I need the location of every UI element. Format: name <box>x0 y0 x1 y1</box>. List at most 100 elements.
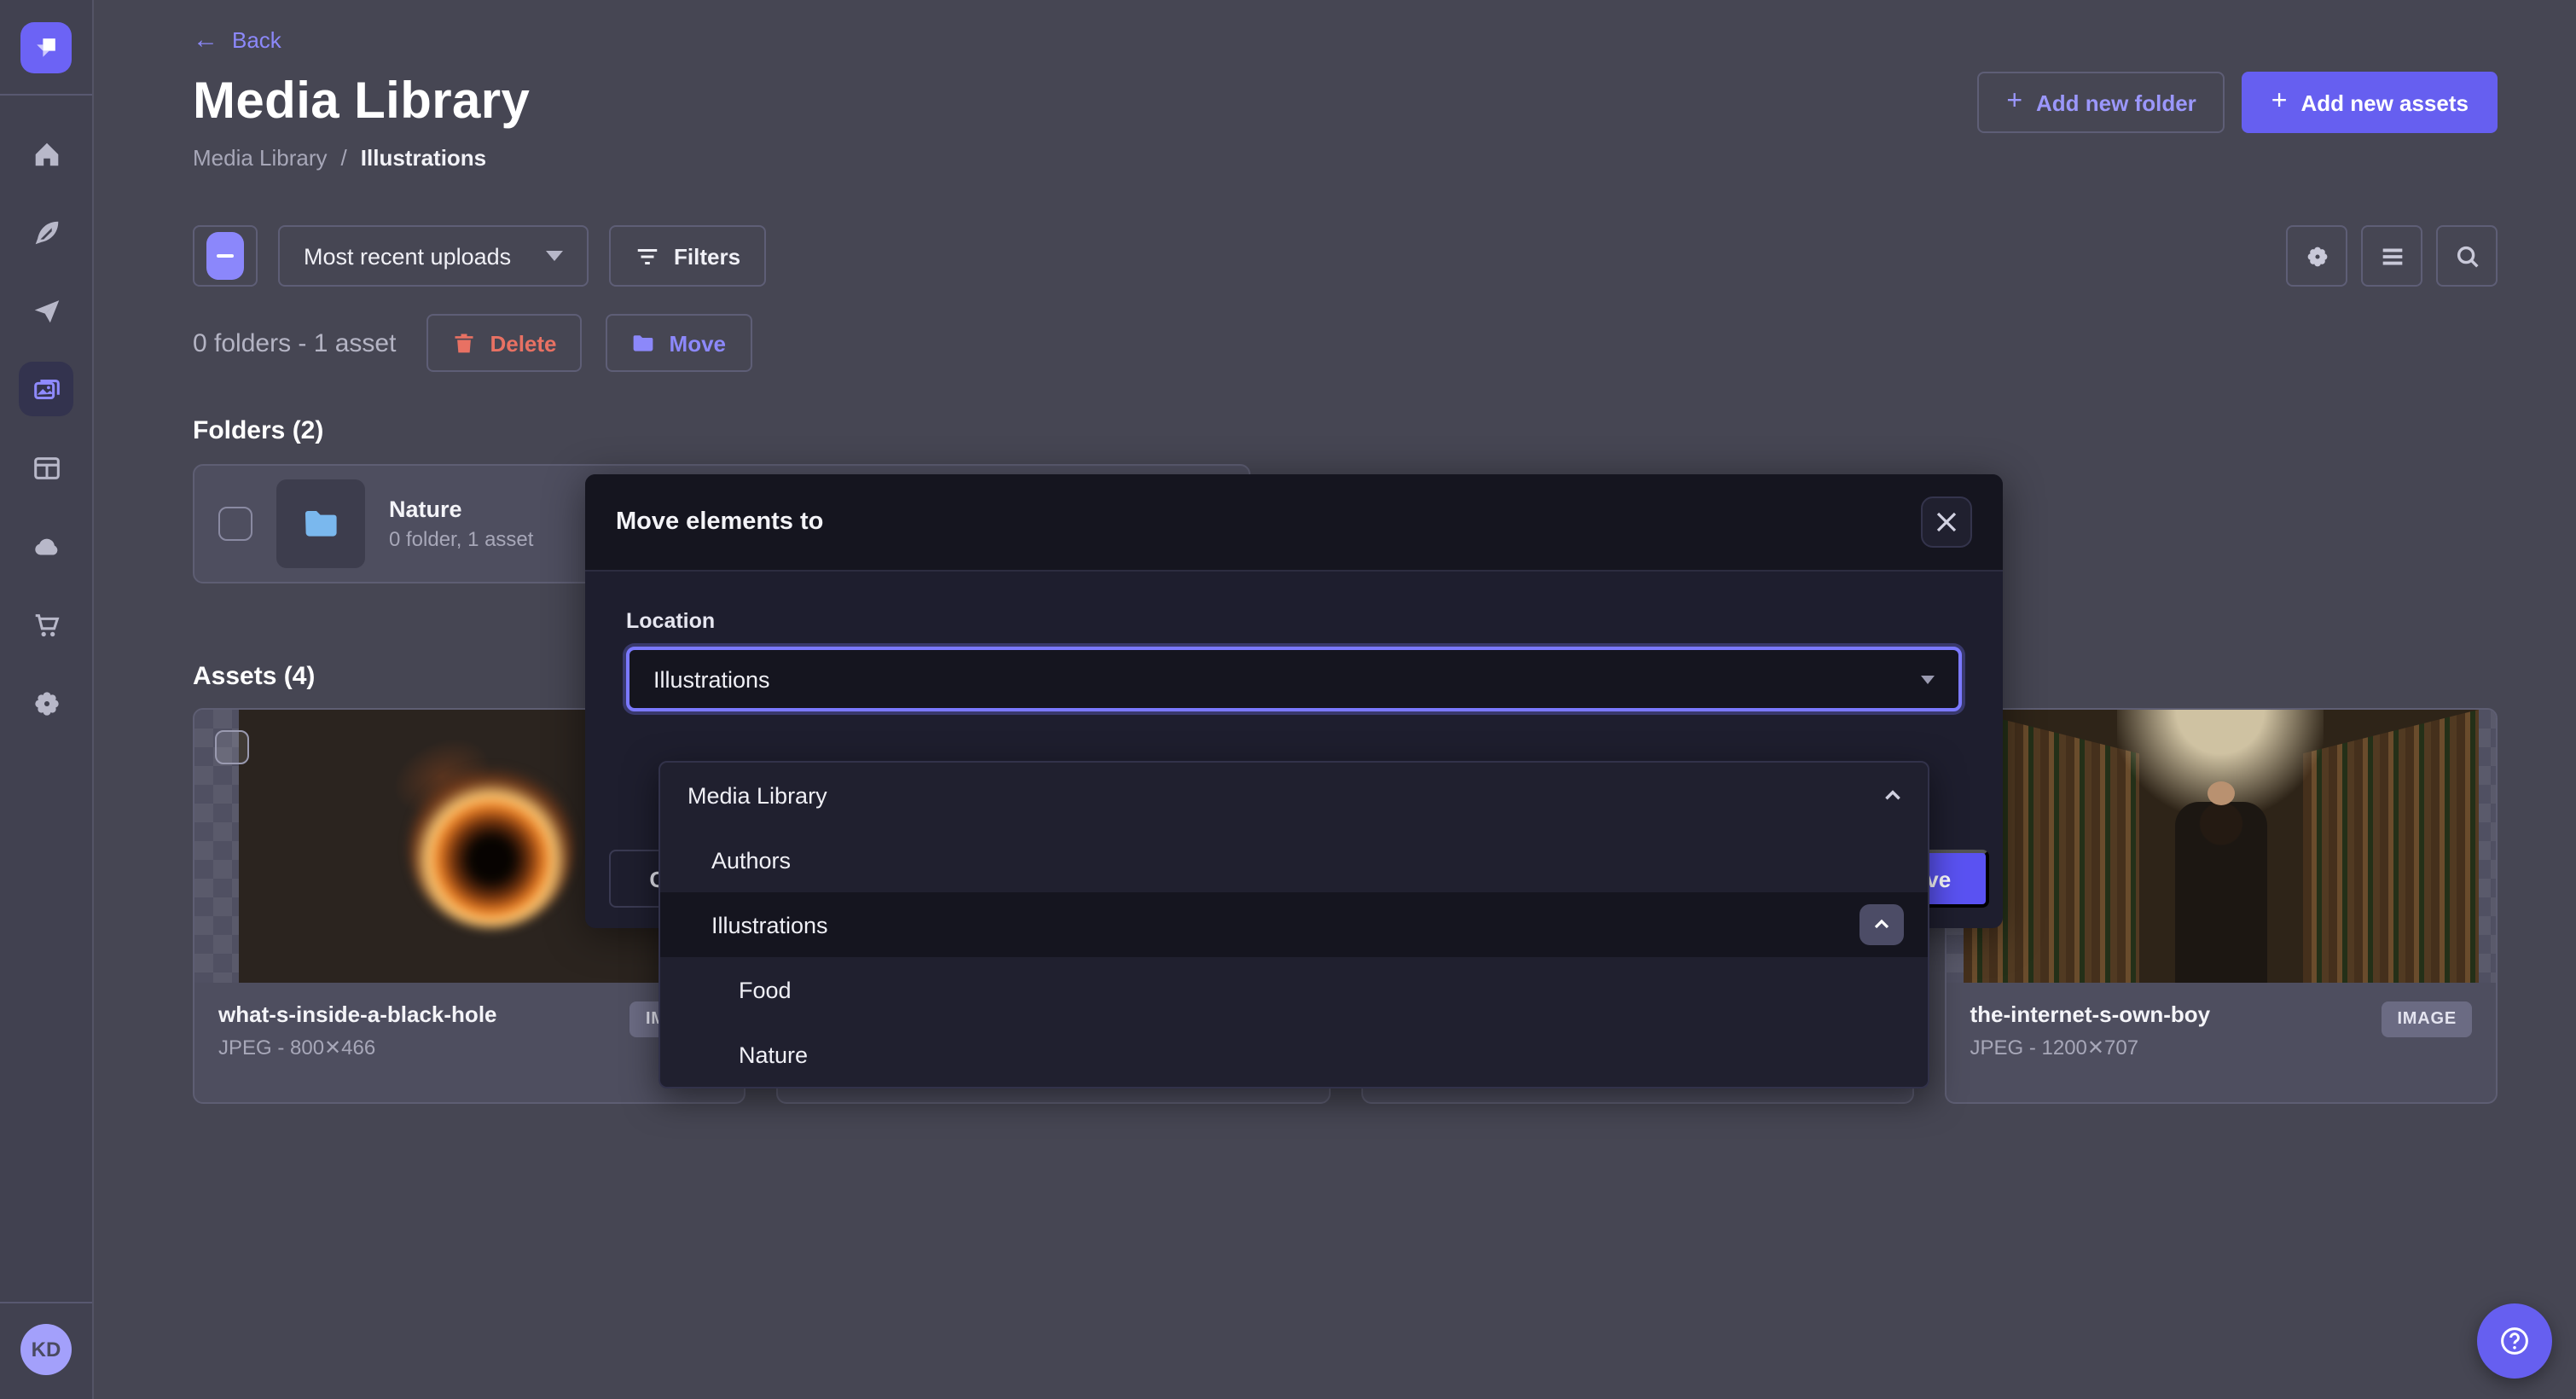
asset-checkbox[interactable] <box>215 730 249 764</box>
selection-summary: 0 folders - 1 asset <box>193 328 396 357</box>
tree-item-label: Media Library <box>688 782 827 808</box>
folder-name: Nature <box>389 496 533 522</box>
tree-item-nature[interactable]: Nature <box>660 1022 1928 1087</box>
asset-card-internet-s-own-boy[interactable]: the-internet-s-own-boy JPEG - 1200✕707 I… <box>1945 708 2498 1104</box>
location-select-value: Illustrations <box>653 666 770 692</box>
tree-item-label: Authors <box>711 847 791 873</box>
add-new-folder-button[interactable]: + Add new folder <box>1977 72 2225 133</box>
indeterminate-checkbox-icon <box>206 232 244 280</box>
sort-select[interactable]: Most recent uploads <box>278 225 589 287</box>
tree-item-illustrations[interactable]: Illustrations <box>660 892 1928 957</box>
sidebar-item-deploy[interactable] <box>19 519 73 573</box>
tree-item-label: Nature <box>739 1042 808 1067</box>
sidebar: KD <box>0 0 94 1399</box>
asset-thumbnail <box>1947 710 2497 983</box>
search-icon <box>2452 241 2481 270</box>
plus-icon: + <box>2271 87 2288 118</box>
layout-icon <box>30 451 62 484</box>
asset-title: what-s-inside-a-black-hole <box>218 1001 497 1030</box>
move-label: Move <box>670 330 726 356</box>
trash-icon <box>452 331 476 355</box>
paper-plane-icon <box>30 294 62 327</box>
strapi-logo[interactable] <box>20 22 72 73</box>
sidebar-item-content-manager[interactable] <box>19 205 73 259</box>
filter-icon <box>635 243 660 269</box>
sidebar-item-content-type-builder[interactable] <box>19 440 73 495</box>
breadcrumb: Media Library / Illustrations <box>193 145 2498 171</box>
sidebar-item-releases[interactable] <box>19 283 73 338</box>
feather-icon <box>30 216 62 248</box>
home-icon <box>30 137 62 170</box>
sidebar-item-home[interactable] <box>19 126 73 181</box>
add-new-assets-label: Add new assets <box>2300 90 2469 115</box>
header-actions: + Add new folder + Add new assets <box>1977 72 2498 133</box>
folder-info: Nature 0 folder, 1 asset <box>389 496 533 551</box>
modal-header: Move elements to <box>585 474 2003 572</box>
chevron-up-icon <box>1871 914 1892 935</box>
folder-icon <box>300 503 341 544</box>
chevron-up-icon[interactable] <box>1882 784 1904 806</box>
media-library-icon <box>30 373 62 405</box>
breadcrumb-current: Illustrations <box>361 145 486 171</box>
filters-label: Filters <box>674 243 740 269</box>
asset-title: the-internet-s-own-boy <box>1970 1001 2211 1030</box>
asset-type-badge: IMAGE <box>2382 1001 2472 1037</box>
filters-button[interactable]: Filters <box>609 225 766 287</box>
question-mark-icon <box>2498 1324 2532 1358</box>
folder-icon <box>632 331 656 355</box>
tree-item-media-library[interactable]: Media Library <box>660 763 1928 827</box>
gear-icon <box>2302 241 2331 270</box>
sidebar-item-media-library[interactable] <box>19 362 73 416</box>
sort-select-value: Most recent uploads <box>304 243 511 269</box>
back-arrow-icon: ← <box>193 27 218 53</box>
modal-close-button[interactable] <box>1921 496 1972 548</box>
delete-label: Delete <box>490 330 556 356</box>
location-label: Location <box>626 609 1962 633</box>
asset-meta: JPEG - 1200✕707 <box>1970 1036 2211 1060</box>
folder-thumb <box>276 479 365 568</box>
strapi-logo-icon <box>31 32 61 63</box>
sidebar-item-settings[interactable] <box>19 676 73 730</box>
sidebar-item-marketplace[interactable] <box>19 597 73 652</box>
selection-row: 0 folders - 1 asset Delete Move <box>193 314 2498 372</box>
folder-checkbox[interactable] <box>218 507 252 541</box>
configure-view-button[interactable] <box>2286 225 2347 287</box>
gear-icon <box>30 687 62 719</box>
modal-title: Move elements to <box>616 508 823 536</box>
add-new-folder-label: Add new folder <box>2036 90 2196 115</box>
breadcrumb-parent[interactable]: Media Library <box>193 145 328 171</box>
library-photo <box>1964 710 2480 983</box>
sidebar-divider <box>0 94 92 96</box>
list-view-button[interactable] <box>2361 225 2422 287</box>
select-all-checkbox[interactable] <box>193 225 258 287</box>
tree-item-label: Illustrations <box>711 912 828 938</box>
chevron-down-icon <box>546 251 563 261</box>
close-icon <box>1936 512 1957 532</box>
breadcrumb-separator: / <box>341 145 347 171</box>
sidebar-footer-divider <box>0 1302 92 1303</box>
search-button[interactable] <box>2436 225 2498 287</box>
location-select[interactable]: Illustrations <box>626 647 1962 711</box>
folders-heading: Folders (2) <box>193 416 2498 445</box>
collapse-button[interactable] <box>1859 904 1904 945</box>
app-window: KD ← Back Media Library Media Library / … <box>0 0 2576 1399</box>
chevron-down-icon <box>1921 675 1935 683</box>
plus-icon: + <box>2006 87 2022 118</box>
location-dropdown: Media Library Authors Illustrations Food… <box>659 761 1929 1088</box>
tree-item-food[interactable]: Food <box>660 957 1928 1022</box>
tree-item-authors[interactable]: Authors <box>660 827 1928 892</box>
cloud-icon <box>30 530 62 562</box>
asset-meta: JPEG - 800✕466 <box>218 1036 497 1060</box>
back-label: Back <box>232 27 281 53</box>
move-button[interactable]: Move <box>606 314 751 372</box>
add-new-assets-button[interactable]: + Add new assets <box>2242 72 2498 133</box>
tree-item-label: Food <box>739 977 792 1002</box>
modal-body: Location Illustrations <box>585 572 2003 749</box>
list-icon <box>2377 241 2406 270</box>
delete-button[interactable]: Delete <box>426 314 582 372</box>
back-link[interactable]: ← Back <box>193 27 281 53</box>
user-avatar[interactable]: KD <box>20 1324 72 1375</box>
folder-meta: 0 folder, 1 asset <box>389 527 533 551</box>
toolbar: Most recent uploads Filters <box>193 225 2498 287</box>
help-button[interactable] <box>2477 1303 2552 1379</box>
